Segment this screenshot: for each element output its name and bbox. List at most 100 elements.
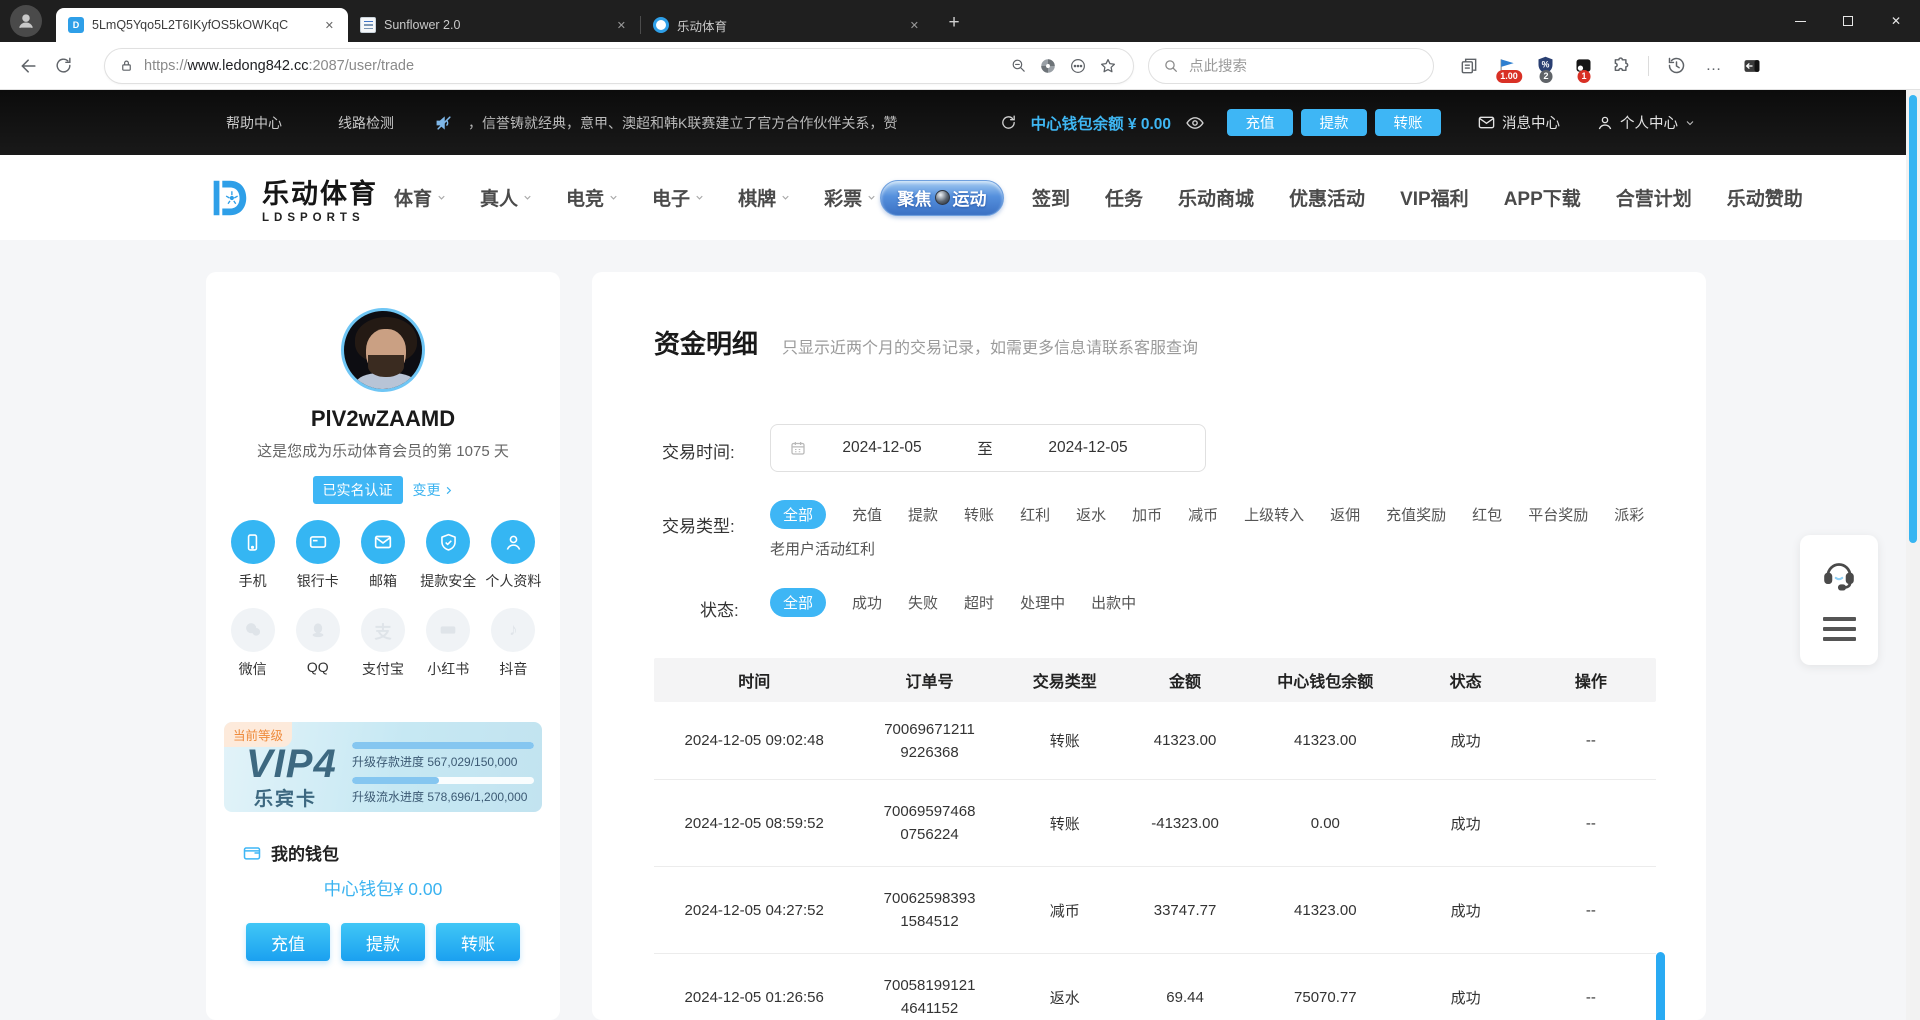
- nav-menu-item[interactable]: 真人: [480, 184, 533, 211]
- zoom-out-button[interactable]: [1003, 51, 1033, 81]
- social-item-douyin[interactable]: ♪ 抖音: [481, 608, 546, 679]
- nav-menu-item[interactable]: 电子: [652, 184, 705, 211]
- maximize-button[interactable]: [1824, 0, 1872, 42]
- favorite-button[interactable]: [1093, 51, 1123, 81]
- cell-status: 成功: [1405, 813, 1525, 834]
- tab2-close-icon[interactable]: ✕: [613, 17, 630, 34]
- extension-grid-button[interactable]: 1: [1568, 50, 1598, 82]
- nav-link[interactable]: 签到: [1032, 184, 1070, 211]
- wallet-refresh-icon[interactable]: [1000, 114, 1017, 131]
- translate-button[interactable]: [1033, 51, 1063, 81]
- window-close-button[interactable]: ✕: [1872, 0, 1920, 42]
- history-button[interactable]: [1661, 50, 1691, 82]
- change-link[interactable]: 变更: [413, 480, 454, 500]
- type-filter-chip[interactable]: 派彩: [1614, 500, 1644, 529]
- nav-menu-item[interactable]: 电竞: [566, 184, 619, 211]
- eye-icon[interactable]: [1185, 113, 1205, 133]
- type-filter-chip[interactable]: 红利: [1020, 500, 1050, 529]
- type-filter-chip[interactable]: 充值奖励: [1386, 500, 1446, 529]
- security-item-withdraw-safety[interactable]: 提款安全: [416, 520, 481, 591]
- more-tools-button[interactable]: [1063, 51, 1093, 81]
- type-filter-chip[interactable]: 减币: [1188, 500, 1218, 529]
- tab1-close-icon[interactable]: ✕: [321, 17, 338, 34]
- type-filter-chip[interactable]: 加币: [1132, 500, 1162, 529]
- window-scrollbar-thumb[interactable]: [1909, 95, 1917, 543]
- type-filter-chip[interactable]: 老用户活动红利: [770, 534, 875, 563]
- type-filter-chips-row2: 老用户活动红利: [770, 534, 875, 563]
- menu-hamburger-icon[interactable]: [1823, 617, 1856, 641]
- status-filter-chip[interactable]: 失败: [908, 588, 938, 617]
- type-filter-chip[interactable]: 平台奖励: [1528, 500, 1588, 529]
- browser-search-box[interactable]: 点此搜索: [1148, 48, 1434, 84]
- nav-menu-item[interactable]: 体育: [394, 184, 447, 211]
- nav-link[interactable]: 乐动赞助: [1727, 184, 1803, 211]
- nav-menu-item[interactable]: 棋牌: [738, 184, 791, 211]
- back-icon: [19, 56, 39, 76]
- browser-tab-1[interactable]: D 5LmQ5Yqo5L2T6IKyfOS5kOWKqC ✕: [56, 8, 348, 42]
- status-filter-chip[interactable]: 处理中: [1020, 588, 1065, 617]
- status-filter-chip[interactable]: 全部: [770, 588, 826, 617]
- line-check-link[interactable]: 线路检测: [338, 113, 394, 133]
- nav-link[interactable]: 合营计划: [1616, 184, 1692, 211]
- type-filter-chip[interactable]: 转账: [964, 500, 994, 529]
- browser-tab-2[interactable]: Sunflower 2.0 ✕: [348, 8, 640, 42]
- type-filter-chip[interactable]: 上级转入: [1244, 500, 1304, 529]
- type-filter-chip[interactable]: 返佣: [1330, 500, 1360, 529]
- social-item-qq[interactable]: QQ: [285, 608, 350, 679]
- type-filter-chip[interactable]: 充值: [852, 500, 882, 529]
- minimize-button[interactable]: [1776, 0, 1824, 42]
- status-filter-chip[interactable]: 超时: [964, 588, 994, 617]
- help-center-link[interactable]: 帮助中心: [226, 113, 282, 133]
- sidebar-toggle-button[interactable]: [1737, 50, 1767, 82]
- table-scrollbar-thumb[interactable]: [1656, 952, 1665, 1020]
- topbar-action-button[interactable]: 充值: [1227, 109, 1293, 136]
- address-bar[interactable]: https://www.ledong842.cc:2087/user/trade: [104, 48, 1134, 84]
- customer-service-icon[interactable]: [1820, 555, 1858, 593]
- site-logo[interactable]: 乐动体育 LDSPORTS: [206, 172, 378, 224]
- date-from-value[interactable]: 2024-12-05: [807, 439, 957, 457]
- type-filter-chip[interactable]: 全部: [770, 500, 826, 529]
- topbar-action-button[interactable]: 提款: [1301, 109, 1367, 136]
- window-scrollbar[interactable]: [1906, 90, 1920, 1020]
- status-filter-label: 状态:: [700, 596, 739, 621]
- refresh-button[interactable]: [46, 49, 80, 83]
- nav-link[interactable]: VIP福利: [1400, 184, 1469, 211]
- personal-center-link[interactable]: 个人中心: [1596, 112, 1696, 133]
- browser-profile-button[interactable]: [10, 5, 42, 37]
- type-filter-chip[interactable]: 红包: [1472, 500, 1502, 529]
- status-filter-chip[interactable]: 成功: [852, 588, 882, 617]
- nav-link[interactable]: 任务: [1105, 184, 1143, 211]
- security-item-phone[interactable]: 手机: [220, 520, 285, 591]
- social-item-alipay[interactable]: 支 支付宝: [350, 608, 415, 679]
- message-center-link[interactable]: 消息中心: [1477, 112, 1560, 133]
- security-item-bankcard[interactable]: 银行卡: [285, 520, 350, 591]
- avatar[interactable]: [341, 308, 425, 392]
- settings-more-button[interactable]: …: [1699, 50, 1729, 82]
- type-filter-chip[interactable]: 提款: [908, 500, 938, 529]
- back-button[interactable]: [12, 49, 46, 83]
- topbar-action-button[interactable]: 转账: [1375, 109, 1441, 136]
- wallet-action-button[interactable]: 充值: [246, 923, 330, 961]
- nav-link[interactable]: APP下载: [1504, 184, 1581, 211]
- collections-button[interactable]: [1454, 50, 1484, 82]
- wallet-action-button[interactable]: 转账: [436, 923, 520, 961]
- new-tab-button[interactable]: +: [939, 8, 969, 38]
- extension-shield-button[interactable]: % 2: [1530, 50, 1560, 82]
- date-to-value[interactable]: 2024-12-05: [1013, 439, 1163, 457]
- nav-link[interactable]: 优惠活动: [1289, 184, 1365, 211]
- nav-link[interactable]: 乐动商城: [1178, 184, 1254, 211]
- date-range-input[interactable]: 2024-12-05 至 2024-12-05: [770, 424, 1206, 472]
- social-item-xiaohongshu[interactable]: 小红书: [416, 608, 481, 679]
- security-item-profile[interactable]: 个人资料: [481, 520, 546, 591]
- wallet-action-button[interactable]: 提款: [341, 923, 425, 961]
- nav-menu-item[interactable]: 彩票: [824, 184, 877, 211]
- type-filter-chip[interactable]: 返水: [1076, 500, 1106, 529]
- extension-flag-button[interactable]: 1.00: [1492, 50, 1522, 82]
- tab3-close-icon[interactable]: ✕: [906, 17, 923, 34]
- security-item-email[interactable]: 邮箱: [350, 520, 415, 591]
- extensions-button[interactable]: [1606, 50, 1636, 82]
- browser-tab-3[interactable]: 乐动体育 ✕: [641, 8, 933, 42]
- social-item-wechat[interactable]: 微信: [220, 608, 285, 679]
- focus-sports-badge[interactable]: 聚焦 运动: [880, 180, 1004, 216]
- status-filter-chip[interactable]: 出款中: [1091, 588, 1136, 617]
